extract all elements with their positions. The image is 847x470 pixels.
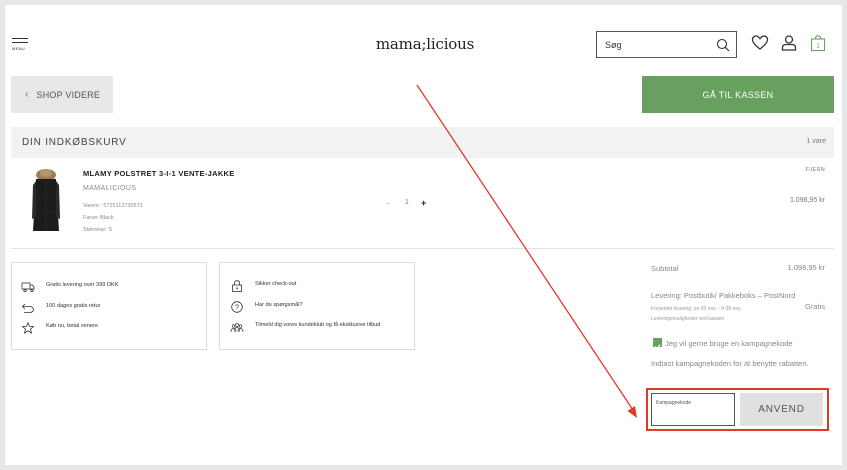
delivery-label: Levering: Postbutik/ Pakkeboks – PostNor… (651, 291, 796, 300)
cart-header: DIN INDKØBSKURV 1 vare (11, 127, 834, 158)
people-icon (230, 323, 244, 333)
benefit-text: Tilmeld dig vores kundeklub og få eksklu… (255, 322, 381, 328)
user-icon[interactable] (780, 34, 798, 52)
promo-code-checkbox[interactable] (653, 338, 662, 350)
benefit-text: Har du spørgsmål? (255, 302, 303, 308)
benefit-text: Sikker check-out (255, 281, 297, 287)
bag-count: 1 (816, 44, 820, 50)
benefit-item: Sikker check-out (230, 280, 296, 292)
continue-shopping-label: SHOP VIDERE (36, 89, 101, 100)
product-size: Størrelse: S (83, 227, 113, 233)
benefit-item: 100 dages gratis retur (21, 302, 100, 314)
benefit-item: ? Har du spørgsmål? (230, 301, 303, 313)
delivery-value: Gratis (804, 302, 825, 311)
question-icon: ? (231, 301, 243, 313)
search-box[interactable] (596, 31, 737, 58)
menu-icon (12, 38, 28, 39)
heart-icon[interactable] (751, 34, 769, 52)
cart-count: 1 vare (806, 138, 826, 145)
benefits-box-right: Sikker check-out ? Har du spørgsmål? Til… (219, 262, 415, 350)
benefit-text: 100 dages gratis retur (46, 303, 101, 309)
divider (11, 248, 834, 249)
benefit-item: Køb nu, betal senere (21, 322, 98, 334)
benefit-item: Gratis levering over 399 DKK (21, 281, 118, 293)
bag-icon[interactable]: 1 (809, 34, 827, 52)
continue-shopping-button[interactable]: ‹ SHOP VIDERE (11, 76, 113, 113)
product-price: 1.098,95 kr (789, 197, 825, 204)
menu-button[interactable]: MENU (12, 38, 28, 51)
lock-icon (232, 280, 242, 292)
chevron-left-icon: ‹ (25, 89, 29, 100)
truck-icon (21, 282, 35, 293)
promo-code-checkbox-label[interactable]: Jeg vil gerne bruge en kampagnekode (665, 339, 793, 348)
quantity-value: 1 (405, 199, 409, 206)
subtotal-label: Subtotal (651, 264, 679, 273)
subtotal-value: 1.098,95 kr (787, 263, 825, 272)
product-sku: Varenr.: 5715113730571 (83, 203, 143, 209)
menu-label: MENU (12, 46, 25, 51)
delivery-options-note: Leveringsmuligheder ved kassen (651, 316, 725, 322)
checkout-page: MENU mama;licious 1 ‹ SHOP VIDERE GÅ TIL… (5, 5, 842, 465)
delivery-expected: Forventet levering: on 03 nov. - fr 05 n… (651, 306, 742, 312)
checkmark-icon (654, 344, 661, 350)
product-image[interactable] (28, 167, 64, 235)
star-icon (21, 322, 35, 334)
remove-item-link[interactable]: FJERN (806, 167, 825, 173)
return-arrow-icon (21, 303, 34, 313)
product-color: Farve: Black (83, 215, 114, 221)
quantity-increase-button[interactable]: + (421, 198, 426, 208)
benefit-text: Gratis levering over 399 DKK (46, 282, 119, 288)
benefit-item: Tilmeld dig vores kundeklub og få eksklu… (230, 321, 400, 333)
product-brand: MAMALICIOUS (83, 185, 137, 192)
search-input[interactable] (605, 37, 705, 53)
checkout-button[interactable]: GÅ TIL KASSEN (642, 76, 834, 113)
annotation-highlight-box (646, 388, 829, 431)
benefits-box-left: Gratis levering over 399 DKK 100 dages g… (11, 262, 207, 350)
brand-logo[interactable]: mama;licious (345, 35, 505, 53)
quantity-decrease-button[interactable]: - (387, 199, 390, 208)
benefit-text: Køb nu, betal senere (46, 323, 98, 329)
cart-title: DIN INDKØBSKURV (22, 137, 127, 148)
search-icon[interactable] (716, 38, 730, 52)
svg-text:?: ? (235, 304, 239, 311)
product-name[interactable]: MLAMY POLSTRET 3-I-1 VENTE-JAKKE (83, 169, 235, 178)
promo-code-hint: Indtast kampagnekoden for at benytte rab… (651, 359, 809, 368)
